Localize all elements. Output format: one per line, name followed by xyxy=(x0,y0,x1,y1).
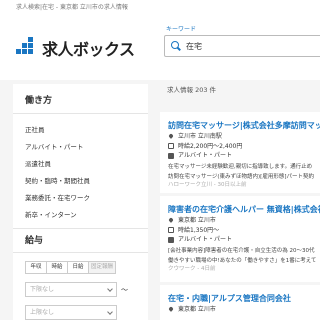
keyword-search-box[interactable] xyxy=(164,35,320,57)
salary-type-tabs: 年収 時給 日給 固定報酬 xyxy=(25,261,148,274)
location-pin-icon xyxy=(168,307,174,313)
job-description: 訪問在宅マッサージ(東みずほ物語内)[雇用形態]パート契約 xyxy=(168,173,314,180)
work-style-part-time[interactable]: アルバイト・パート xyxy=(25,139,148,156)
work-style-dispatch[interactable]: 派遣社員 xyxy=(25,156,148,173)
job-type-icon xyxy=(168,152,174,159)
site-header: 求人検索|在宅 - 東京都 立川市の求人情報 求人ボックス キーワード xyxy=(0,0,320,80)
keyword-input[interactable] xyxy=(186,41,306,51)
job-card[interactable]: 訪問在宅マッサージ|株式会社多摩訪問マッサージ 立川市 立川南駅 時給2,200… xyxy=(160,112,320,193)
job-location: 立川市 立川南駅 xyxy=(178,133,222,140)
tab-daily[interactable]: 日給 xyxy=(67,261,89,274)
job-salary: 時給2,200円〜2,400円 xyxy=(178,142,243,150)
salary-min-select[interactable]: 下限なし xyxy=(25,282,117,297)
result-count: 求人情報 203 件 xyxy=(167,86,217,94)
job-description: [会社事業内容]障害者の在宅介護・自立生活の為 20〜30代 xyxy=(168,247,315,254)
logo-text: 求人ボックス xyxy=(42,40,135,59)
work-style-heading: 働き方 xyxy=(13,84,148,114)
work-style-freelance[interactable]: 業務委託・在宅ワーク xyxy=(25,190,148,207)
job-source: ハローワーク立川 - 30日以上前 xyxy=(168,181,247,188)
tab-annual[interactable]: 年収 xyxy=(25,261,47,274)
job-card[interactable]: 在宅・内職|アルプス管理合同会社 東京都 立川市 xyxy=(160,285,320,320)
job-location: 東京都 立川市 xyxy=(178,306,216,313)
filter-sidebar: 働き方 正社員 アルバイト・パート 派遣社員 契約・臨時・期間社員 業務委託・在… xyxy=(13,84,148,320)
salary-icon xyxy=(168,227,174,234)
salary-max-select[interactable]: 上限なし xyxy=(25,305,117,320)
salary-heading: 給与 xyxy=(13,228,148,253)
salary-range: 下限なし 〜 xyxy=(25,282,148,297)
work-style-list: 正社員 アルバイト・パート 派遣社員 契約・臨時・期間社員 業務委託・在宅ワーク… xyxy=(13,114,148,224)
tab-hourly[interactable]: 時給 xyxy=(46,261,68,274)
location-pin-icon xyxy=(168,218,174,224)
site-logo[interactable]: 求人ボックス xyxy=(16,36,135,60)
job-description: 在宅マッサージ未経験歓迎,親切に指導致します。通行止め xyxy=(168,163,313,170)
work-style-new-grad[interactable]: 新卒・インターン xyxy=(25,207,148,224)
range-tilde: 〜 xyxy=(121,285,128,294)
job-type-icon xyxy=(168,236,174,243)
keyword-label: キーワード xyxy=(166,26,197,33)
job-type: アルバイト・パート xyxy=(178,152,232,159)
salary-range-max: 上限なし xyxy=(25,305,148,320)
job-title-link[interactable]: 在宅・内職|アルプス管理合同会社 xyxy=(168,293,320,305)
job-title-link[interactable]: 訪問在宅マッサージ|株式会社多摩訪問マッサージ xyxy=(168,120,320,132)
job-source: クウワーク - 4日前 xyxy=(168,265,216,272)
job-type: アルバイト・パート xyxy=(178,236,232,243)
breadcrumb: 求人検索|在宅 - 東京都 立川市の求人情報 xyxy=(16,4,128,11)
search-icon xyxy=(171,41,181,51)
job-salary: 時給1,350円〜 xyxy=(178,226,220,234)
tab-fixed[interactable]: 固定報酬 xyxy=(88,261,116,274)
work-style-full-time[interactable]: 正社員 xyxy=(25,122,148,139)
job-card[interactable]: 障害者の在宅介護ヘルパー 無資格|株式会社 東京都 立川市 時給1,350円〜 … xyxy=(160,196,320,282)
location-pin-icon xyxy=(168,134,174,140)
job-description: 働きやすい職場の中!あなたの「働きやすさ」を1番に考えて xyxy=(168,257,317,264)
salary-icon xyxy=(168,143,174,150)
logo-mark-icon xyxy=(16,37,38,59)
job-location: 東京都 立川市 xyxy=(178,217,216,224)
work-style-contract[interactable]: 契約・臨時・期間社員 xyxy=(25,173,148,190)
job-title-link[interactable]: 障害者の在宅介護ヘルパー 無資格|株式会社 xyxy=(168,204,320,216)
